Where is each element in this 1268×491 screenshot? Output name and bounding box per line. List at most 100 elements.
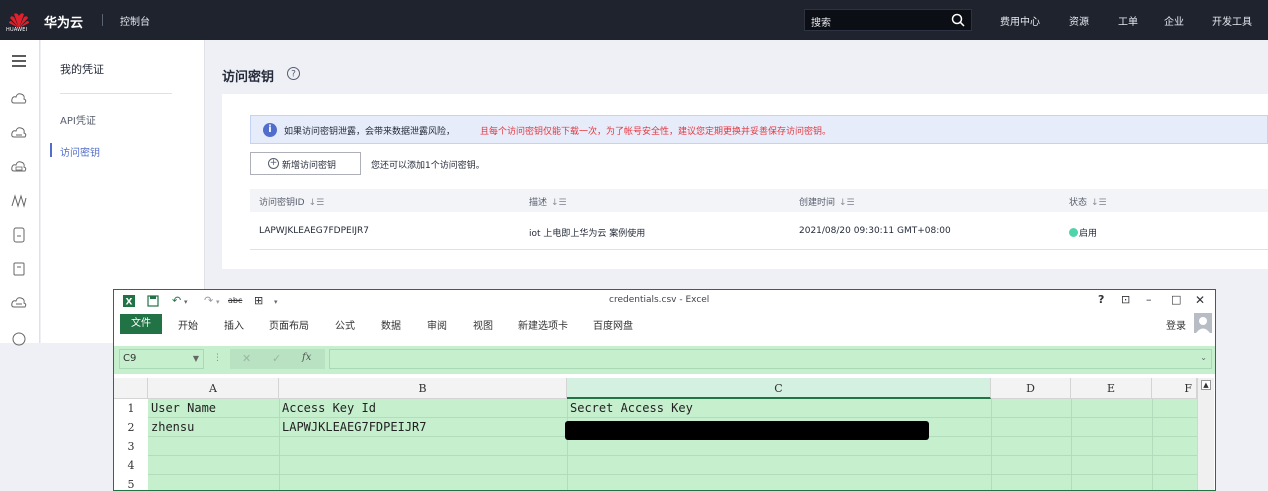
document-icon[interactable] [10,260,28,278]
insert-function-icon[interactable]: fx [302,352,311,363]
column-header-d[interactable]: D [991,378,1071,399]
redacted-secret-key[interactable] [565,421,929,440]
row-header-4[interactable]: 4 [114,456,148,475]
maximize-icon[interactable]: □ [1171,293,1181,306]
row-header-3[interactable]: 3 [114,437,148,456]
sort-icon[interactable]: ↓☰ [839,198,855,208]
cell-a2[interactable]: zhensu [151,418,194,437]
nav-item-api-credentials[interactable]: API凭证 [60,112,96,127]
info-icon: i [263,123,277,137]
cell-status: 启用 [1069,226,1097,239]
sort-icon[interactable]: ↓☰ [1091,198,1107,208]
name-box-dropdown-icon[interactable]: ▼ [193,350,199,368]
column-created[interactable]: 创建时间 ↓☰ [799,195,855,208]
scroll-up-icon[interactable]: ▲ [1201,380,1211,390]
column-header-e[interactable]: E [1071,378,1152,399]
storage-icon[interactable] [10,226,28,244]
menu-icon[interactable] [10,52,28,70]
add-access-key-button[interactable]: + 新增访问密钥 [250,152,361,175]
close-icon[interactable]: ✕ [1195,293,1205,307]
select-all-corner[interactable] [114,378,148,399]
row-header-5[interactable]: 5 [114,475,148,490]
tab-view[interactable]: 视图 [473,317,493,332]
ribbon-display-icon[interactable]: ⊡ [1121,293,1130,306]
analytics-icon[interactable] [10,192,28,210]
add-access-key-label: 新增访问密钥 [282,161,337,171]
console-link[interactable]: 控制台 [120,13,150,28]
tab-data[interactable]: 数据 [381,317,401,332]
avatar-icon[interactable] [1194,313,1212,333]
tab-new-tab[interactable]: 新建选项卡 [518,317,568,332]
brand-name[interactable]: 华为云 [44,12,83,31]
borders-icon[interactable]: ⊞ [254,294,263,307]
name-box[interactable]: C9 ▼ [119,349,204,369]
tab-insert[interactable]: 插入 [224,317,244,332]
spellcheck-icon[interactable]: abc [228,296,242,305]
row-header-1[interactable]: 1 [114,399,148,418]
customize-toolbar-icon[interactable]: ▾ [274,298,278,306]
row-header-2[interactable]: 2 [114,418,148,437]
nav-resources[interactable]: 资源 [1069,13,1089,28]
expand-formula-icon[interactable]: ⌄ [1200,353,1207,362]
tab-formulas[interactable]: 公式 [335,317,355,332]
redo-dropdown-icon[interactable]: ▾ [216,298,220,306]
column-header-a[interactable]: A [148,378,279,399]
active-nav-indicator [50,143,52,157]
help-icon[interactable]: ? [286,66,301,81]
nav-billing-center[interactable]: 费用中心 [1000,13,1040,28]
enter-formula-icon[interactable]: ✓ [272,352,281,365]
column-status[interactable]: 状态 ↓☰ [1069,195,1107,208]
cloud-server-icon[interactable] [10,90,28,108]
column-header-b[interactable]: B [279,378,567,399]
search-input[interactable]: 搜索 [811,14,831,29]
tab-review[interactable]: 审阅 [427,317,447,332]
cell-c1[interactable]: Secret Access Key [570,399,693,418]
sort-icon[interactable]: ↓☰ [551,198,567,208]
tab-home[interactable]: 开始 [178,317,198,332]
formula-bar-grip-icon: ⋮ [213,353,222,363]
nav-dev-tools[interactable]: 开发工具 [1212,13,1252,28]
undo-icon[interactable]: ↶ [172,294,181,307]
cell-b2[interactable]: LAPWJKLEAEG7FDPEIJR7 [282,418,427,437]
cloud-service-icon[interactable] [10,294,28,312]
cell-a1[interactable]: User Name [151,399,216,418]
excel-window[interactable]: X ↶ ▾ ↷ ▾ abc ⊞ ▾ credentials.csv - Exce… [113,289,1216,491]
nav-tickets[interactable]: 工单 [1118,13,1138,28]
tab-file[interactable]: 文件 [120,314,162,334]
search-box[interactable]: 搜索 [804,9,972,31]
column-header-f[interactable]: F [1152,378,1197,399]
excel-app-icon[interactable]: X [122,294,136,308]
tab-baidu-netdisk[interactable]: 百度网盘 [593,317,633,332]
formula-bar: C9 ▼ ⋮ ✕ ✓ fx ⌄ [114,346,1215,374]
cloud-database-icon[interactable] [10,158,28,176]
excel-title-bar[interactable]: X ↶ ▾ ↷ ▾ abc ⊞ ▾ credentials.csv - Exce… [114,290,1215,312]
undo-dropdown-icon[interactable]: ▾ [184,298,188,306]
help-button[interactable]: ? [1098,293,1104,306]
cell-b1[interactable]: Access Key Id [282,399,376,418]
ribbon-collapsed-area [114,336,1215,346]
huawei-logo-text: HUAWEI [6,27,28,33]
tab-page-layout[interactable]: 页面布局 [269,317,309,332]
nav-item-access-keys[interactable]: 访问密钥 [60,144,100,159]
column-key-id[interactable]: 访问密钥ID ↓☰ [259,195,324,208]
column-description[interactable]: 描述 ↓☰ [529,195,567,208]
sign-in-link[interactable]: 登录 [1166,317,1186,332]
cloud-network-icon[interactable] [10,124,28,142]
top-bar: HUAWEI 华为云 控制台 搜索 费用中心 资源 工单 企业 开发工具 [0,0,1268,40]
minimize-icon[interactable]: – [1146,293,1152,306]
search-icon[interactable] [950,12,966,28]
redo-icon[interactable]: ↷ [204,294,213,307]
name-box-value: C9 [123,353,137,364]
sort-icon[interactable]: ↓☰ [309,198,325,208]
nav-enterprise[interactable]: 企业 [1164,13,1184,28]
cancel-formula-icon[interactable]: ✕ [242,352,251,365]
formula-input[interactable]: ⌄ [329,349,1212,369]
service-rail [0,40,40,346]
save-icon[interactable] [147,295,159,307]
column-header-c[interactable]: C [567,378,991,399]
monitor-icon[interactable] [10,328,28,346]
security-alert: i 如果访问密钥泄露，会带来数据泄露风险， 且每个访问密钥仅能下载一次，为了帐号… [250,115,1268,144]
vertical-scrollbar[interactable]: ▲ [1197,378,1214,490]
alert-warning-text: 且每个访问密钥仅能下载一次，为了帐号安全性，建议您定期更换并妥善保存访问密钥。 [480,127,832,137]
column-gridline [1152,399,1153,490]
